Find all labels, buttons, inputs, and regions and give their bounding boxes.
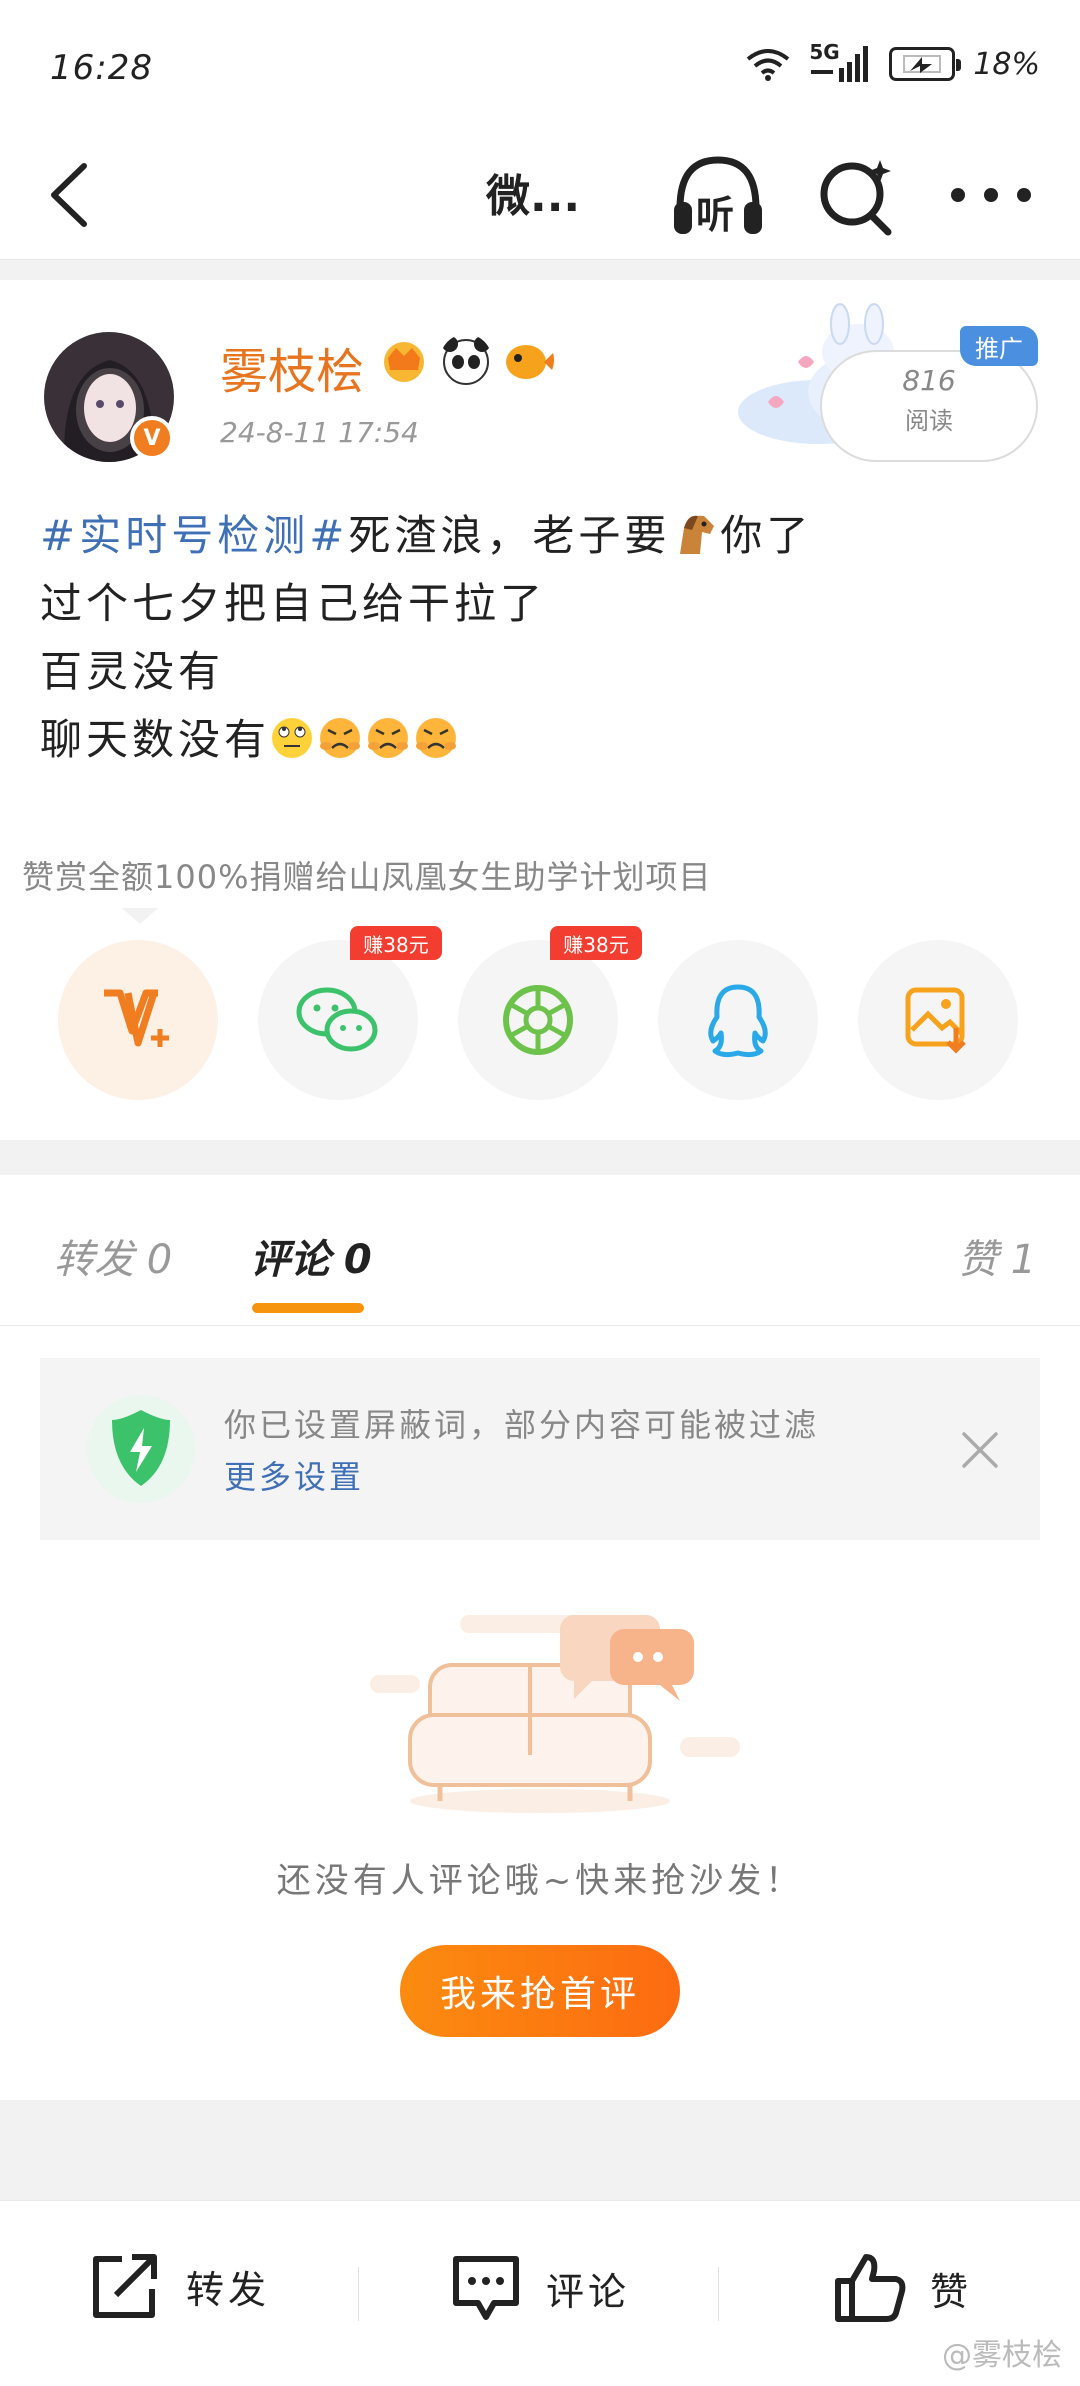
post-line-2: 过个七夕把自己给干拉了 — [40, 579, 547, 628]
vplus-icon — [104, 989, 169, 1047]
status-time: 16:28 — [50, 48, 153, 88]
like-label: 赞 — [930, 2269, 973, 2314]
battery-icon — [889, 47, 962, 81]
eyeroll-emoji-icon — [272, 718, 313, 758]
comments-section: 转发 0 评论 0 赞 1 你已设置屏蔽词，部分内容可能被过滤 更多设置 还没有… — [0, 1175, 1080, 2100]
more-settings-link[interactable]: 更多设置 — [224, 1452, 364, 1498]
close-icon[interactable] — [958, 1428, 1002, 1472]
filter-notice-text: 你已设置屏蔽词，部分内容可能被过滤 — [224, 1406, 820, 1444]
post-line-1: #实时号检测#死渣浪，老子要 你了 — [40, 502, 812, 563]
divider — [358, 2267, 359, 2321]
filter-notice: 你已设置屏蔽词，部分内容可能被过滤 更多设置 — [40, 1358, 1040, 1540]
battery-level: 18% — [973, 46, 1040, 82]
read-count-bubble: 816 阅读 — [820, 350, 1038, 462]
active-tab-indicator — [252, 1303, 364, 1313]
tab-repost[interactable]: 转发 0 — [54, 1227, 172, 1285]
image-download-icon — [905, 987, 966, 1054]
shield-lightning-icon — [87, 1395, 195, 1503]
watermark: @雾枝桧 — [942, 2338, 1062, 2373]
horse-emoji-icon — [680, 515, 715, 554]
read-label: 阅读 — [905, 407, 953, 435]
comment-label: 评论 — [546, 2269, 631, 2314]
status-bar: 16:28 5G 18% — [0, 0, 1080, 130]
post-line-4-text: 聊天数没有 — [40, 715, 271, 764]
empty-sofa-illustration — [370, 1615, 740, 1813]
comment-action[interactable]: 评论 — [448, 2251, 630, 2325]
read-count: 816 — [902, 364, 956, 397]
qq-share-button[interactable] — [658, 940, 818, 1100]
listen-button[interactable]: 听 — [670, 150, 766, 240]
like-action[interactable]: 赞 — [832, 2251, 972, 2325]
vplus-share-button[interactable] — [58, 940, 218, 1100]
promo-tag[interactable]: 推广 — [960, 326, 1038, 366]
post-line-1b: 你了 — [720, 511, 813, 560]
panda-icon — [442, 336, 490, 385]
post-date: 24-8-11 17:54 — [220, 416, 419, 449]
first-comment-button[interactable]: 我来抢首评 — [400, 1945, 680, 2037]
share-row: 赚38元 赚38元 — [58, 926, 1022, 1108]
hashtag-link[interactable]: #实时号检测# — [40, 511, 348, 560]
qq-penguin-icon — [708, 984, 768, 1058]
repost-label: 转发 — [186, 2267, 271, 2312]
nav-bar: 微... 听 — [0, 130, 1080, 260]
page-title: 微... — [486, 171, 581, 222]
post-line-1a: 死渣浪，老子要 — [348, 511, 671, 560]
cellular-signal-icon: 5G — [809, 40, 871, 84]
angry-emoji-icon — [416, 718, 457, 758]
crown-badge-icon[interactable] — [378, 334, 430, 386]
earn-badge: 赚38元 — [550, 926, 642, 960]
post-card: V 雾枝桧 24-8-11 17:54 816 阅读 推广 #实时号检测#死渣浪… — [0, 280, 1080, 1140]
back-arrow-icon[interactable] — [40, 158, 100, 232]
user-badges — [378, 334, 554, 386]
tooltip-pointer — [122, 908, 158, 924]
repost-action[interactable]: 转发 — [88, 2251, 270, 2321]
angry-emoji-icon — [320, 718, 361, 758]
earn-badge: 赚38元 — [350, 926, 442, 960]
donation-note[interactable]: 赞赏全额100%捐赠给山凤凰女生助学计划项目 — [22, 852, 712, 898]
wifi-icon — [747, 49, 790, 81]
save-image-button[interactable] — [858, 940, 1018, 1100]
listen-label: 听 — [696, 193, 735, 237]
divider — [718, 2267, 719, 2321]
search-icon[interactable] — [816, 150, 896, 240]
tab-comment[interactable]: 评论 0 — [250, 1227, 372, 1285]
divider — [0, 1325, 1080, 1326]
pufferfish-icon — [506, 345, 554, 379]
post-line-3: 百灵没有 — [40, 647, 225, 696]
camera-aperture-icon — [503, 985, 573, 1055]
comment-icon — [453, 2256, 519, 2320]
wechat-share-button[interactable]: 赚38元 — [258, 926, 442, 1100]
tab-like[interactable]: 赞 1 — [958, 1227, 1036, 1285]
username[interactable]: 雾枝桧 — [220, 332, 364, 402]
wechat-icon — [296, 987, 378, 1052]
bottom-action-bar: 转发 评论 赞 @雾枝桧 — [0, 2200, 1080, 2386]
post-line-4: 聊天数没有 — [40, 706, 462, 767]
thumbs-up-icon — [835, 2254, 906, 2322]
angry-emoji-icon — [368, 718, 409, 758]
verified-badge: V — [130, 416, 174, 460]
empty-comments-message: 还没有人评论哦~快来抢沙发！ — [276, 1861, 804, 1901]
moments-share-button[interactable]: 赚38元 — [458, 926, 642, 1100]
status-icons: 5G 18% — [745, 40, 1040, 84]
share-out-icon — [93, 2254, 157, 2318]
more-options-icon[interactable] — [946, 170, 1036, 220]
